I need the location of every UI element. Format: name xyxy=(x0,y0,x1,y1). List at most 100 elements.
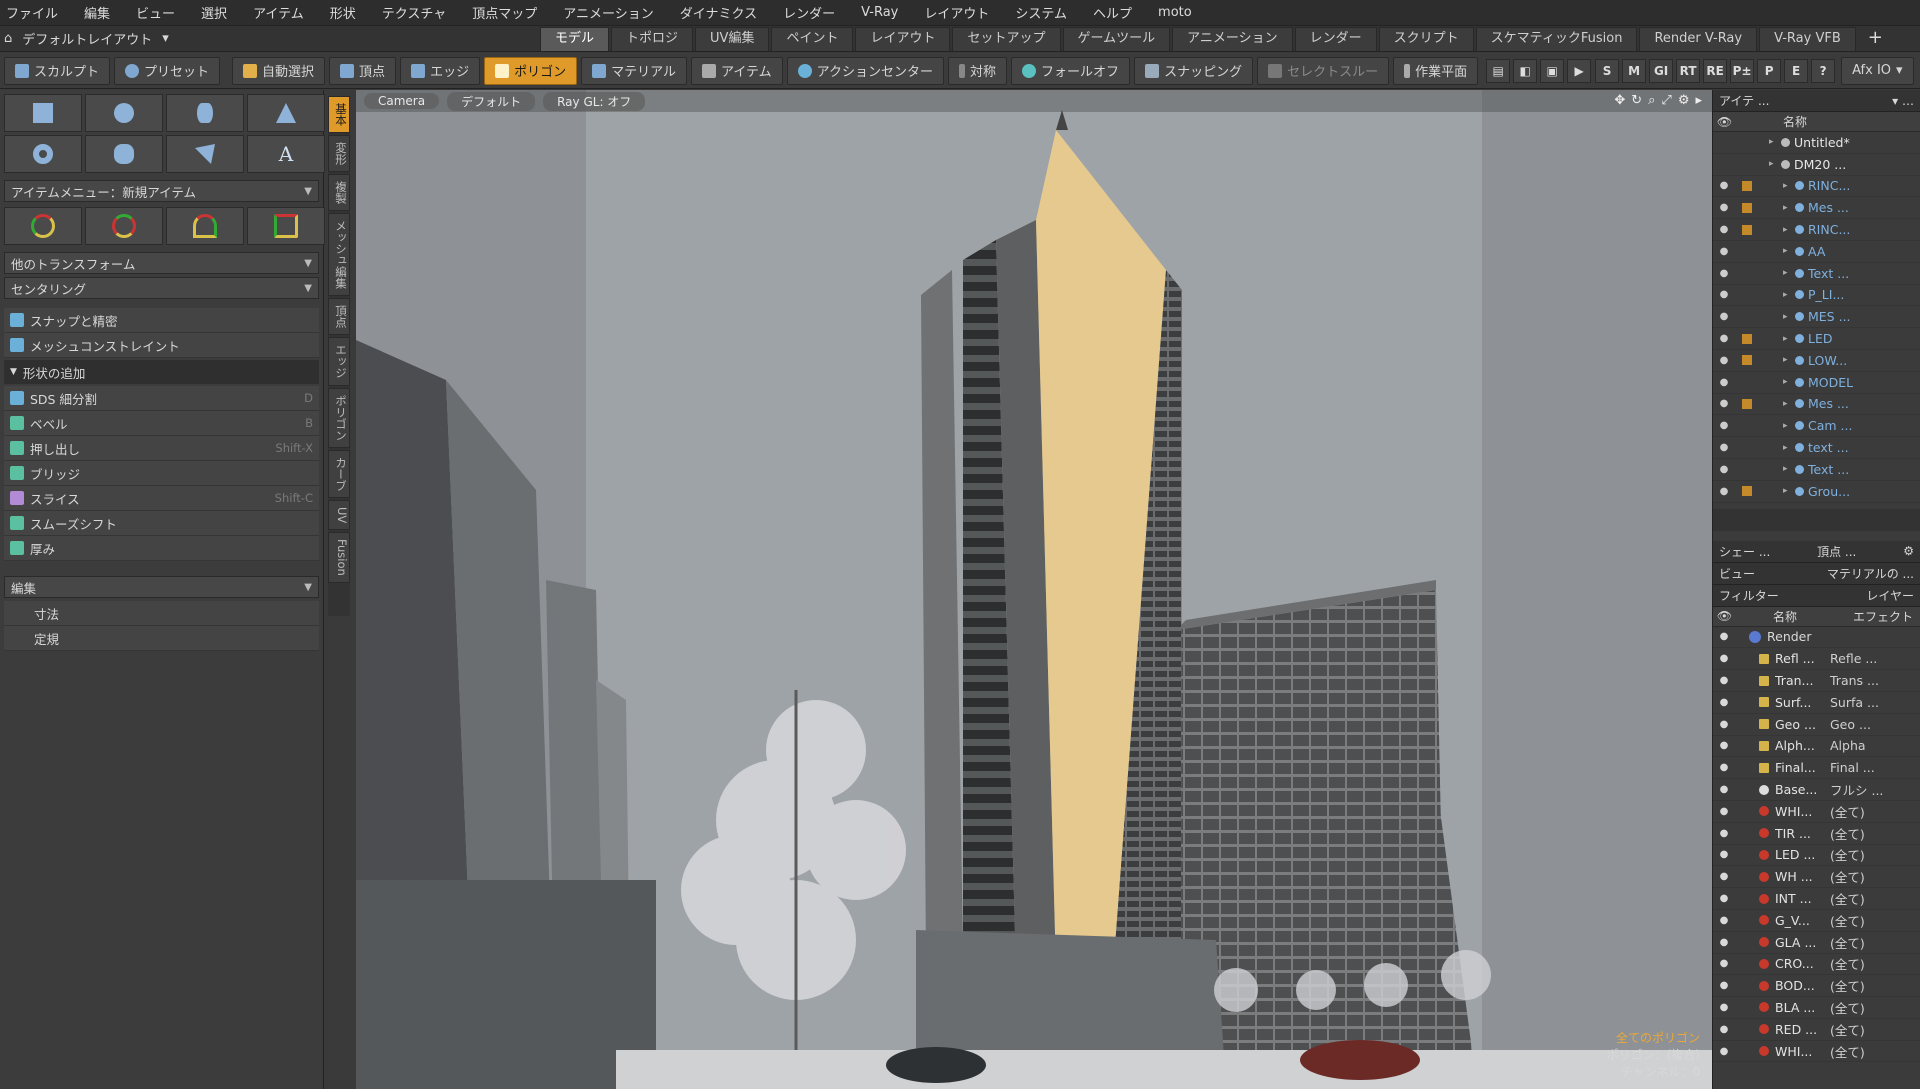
shader-row[interactable]: ● G_V... (全て) xyxy=(1713,910,1920,932)
expand-arrow-icon[interactable]: ▸ xyxy=(1783,377,1795,387)
move-icon[interactable]: ✥ xyxy=(1614,93,1625,108)
menu-item[interactable]: レイアウト xyxy=(924,3,989,22)
zoom-icon[interactable]: ⌕ xyxy=(1648,93,1655,108)
shader-effect-column[interactable]: エフェクト xyxy=(1853,608,1913,625)
shader-row[interactable]: ● RED ... (全て) xyxy=(1713,1019,1920,1041)
vertex-mode-button[interactable]: 頂点 xyxy=(329,56,397,85)
tool-category-tab[interactable]: メッシュ編集 xyxy=(328,213,350,296)
material-dropdown[interactable]: マテリアルの ... xyxy=(1827,565,1914,582)
eye-icon[interactable]: ● xyxy=(1713,289,1735,300)
eye-icon[interactable]: ● xyxy=(1713,697,1735,708)
expand-arrow-icon[interactable]: ▸ xyxy=(1783,203,1795,213)
layout-selector[interactable]: ⌂ デフォルトレイアウト ▾ xyxy=(4,29,169,48)
auto-select-button[interactable]: 自動選択 xyxy=(232,56,326,85)
tool-category-tab[interactable]: Fusion xyxy=(328,532,350,584)
edit-dropdown[interactable]: 編集 ▼ xyxy=(4,576,319,598)
expand-arrow-icon[interactable]: ▸ xyxy=(1783,312,1795,322)
rotate-icon[interactable]: ↻ xyxy=(1631,93,1642,108)
render-layers-icon[interactable]: ▤ xyxy=(1486,58,1511,83)
layout-tab[interactable]: アニメーション xyxy=(1172,27,1293,51)
shader-row[interactable]: ● Alph... Alpha xyxy=(1713,736,1920,758)
scale-gizmo-button[interactable] xyxy=(166,207,244,245)
eye-icon[interactable]: ● xyxy=(1713,915,1735,926)
shader-row[interactable]: ● GLA ... (全て) xyxy=(1713,932,1920,954)
eye-icon[interactable]: ● xyxy=(1713,1002,1735,1013)
expand-arrow-icon[interactable]: ▸ xyxy=(1783,290,1795,300)
action-center-button[interactable]: アクションセンター xyxy=(786,56,945,85)
ruler-tool-row[interactable]: 定規 xyxy=(4,626,319,651)
eye-icon[interactable]: ● xyxy=(1713,246,1735,257)
layout-tab[interactable]: レイアウト xyxy=(855,27,951,51)
item-row[interactable]: ● ▸ Mes ... xyxy=(1713,394,1920,416)
shader-row[interactable]: ● Refl ... Refle ... xyxy=(1713,648,1920,671)
layout-tab[interactable]: モデル xyxy=(540,27,610,51)
edge-mode-button[interactable]: エッジ xyxy=(400,56,481,85)
expand-arrow-icon[interactable]: ▸ xyxy=(1783,355,1795,365)
item-row[interactable]: ▸ Untitled* xyxy=(1713,132,1920,154)
add-tab-icon[interactable]: + xyxy=(1858,27,1893,51)
tool-category-tab[interactable]: UV xyxy=(328,500,350,531)
tool-category-tab[interactable]: 基本 xyxy=(328,96,350,133)
shader-row[interactable]: ● WH ... (全て) xyxy=(1713,866,1920,889)
capsule-primitive-button[interactable] xyxy=(85,135,163,173)
item-row[interactable]: ● ▸ Cam ... xyxy=(1713,415,1920,438)
raygl-toggle[interactable]: Ray GL: オフ xyxy=(543,91,646,111)
shading-selector[interactable]: デフォルト xyxy=(447,91,536,111)
preset-button[interactable]: プリセット xyxy=(114,56,221,85)
eye-icon[interactable]: ● xyxy=(1713,180,1735,191)
work-plane-button[interactable]: 作業平面 xyxy=(1393,56,1479,85)
item-row[interactable]: ● ▸ MES ... xyxy=(1713,306,1920,329)
tool-category-tab[interactable]: カーブ xyxy=(328,449,350,498)
render-shortcut-button[interactable]: P xyxy=(1757,58,1782,83)
eye-icon[interactable]: ● xyxy=(1713,1046,1735,1057)
eye-icon[interactable]: ● xyxy=(1713,631,1735,642)
torus-primitive-button[interactable] xyxy=(4,135,82,173)
shader-row[interactable]: ● Geo ... Geo ... xyxy=(1713,714,1920,736)
transform-gizmo-button[interactable] xyxy=(247,207,325,245)
select-through-button[interactable]: セレクトスルー xyxy=(1257,56,1390,85)
expand-arrow-icon[interactable]: ▸ xyxy=(1783,268,1795,278)
render-shortcut-button[interactable]: M xyxy=(1622,58,1647,83)
eye-icon[interactable]: ● xyxy=(1713,442,1735,453)
eye-icon[interactable]: ● xyxy=(1713,784,1735,795)
menu-item[interactable]: 選択 xyxy=(201,3,227,22)
item-row[interactable]: ● ▸ P_LI... xyxy=(1713,285,1920,307)
eye-icon[interactable]: ● xyxy=(1713,828,1735,839)
shader-row[interactable]: ● Surf... Surfa ... xyxy=(1713,692,1920,714)
render-shortcut-button[interactable]: GI xyxy=(1649,58,1674,83)
eye-icon[interactable]: ● xyxy=(1713,719,1735,730)
tool-row[interactable]: スムーズシフト xyxy=(4,511,319,536)
item-row[interactable]: ● ▸ RINC... xyxy=(1713,176,1920,198)
eye-icon[interactable]: ● xyxy=(1713,653,1735,664)
render-shortcut-button[interactable]: ? xyxy=(1811,58,1836,83)
menu-item[interactable]: アニメーション xyxy=(563,3,653,22)
item-mode-button[interactable]: アイテム xyxy=(690,56,783,85)
eye-icon[interactable]: ● xyxy=(1713,224,1735,235)
camera-selector[interactable]: Camera xyxy=(364,93,440,109)
eye-icon[interactable]: ● xyxy=(1713,849,1735,860)
layout-tab[interactable]: トポロジ xyxy=(611,27,694,51)
shader-row[interactable]: ● TIR ... (全て) xyxy=(1713,823,1920,845)
layout-tab[interactable]: レンダー xyxy=(1294,27,1377,51)
shader-tab[interactable]: シェー ... xyxy=(1719,543,1770,560)
other-transform-dropdown[interactable]: 他のトランスフォーム ▼ xyxy=(4,252,319,274)
expand-arrow-icon[interactable]: ▸ xyxy=(1783,421,1795,431)
symmetry-button[interactable]: 対称 xyxy=(948,56,1008,85)
shader-row[interactable]: ● Final... Final ... xyxy=(1713,757,1920,780)
eye-icon[interactable]: ● xyxy=(1713,762,1735,773)
menu-item[interactable]: 頂点マップ xyxy=(472,3,537,22)
layout-tab[interactable]: スケマティックFusion xyxy=(1475,27,1638,51)
items-scroll-area[interactable] xyxy=(1713,508,1920,531)
sphere-primitive-button[interactable] xyxy=(85,94,163,132)
layout-tab[interactable]: スクリプト xyxy=(1378,27,1474,51)
menu-item[interactable]: レンダー xyxy=(783,3,835,22)
rotate-gizmo-button[interactable] xyxy=(85,207,163,245)
eye-icon[interactable]: ● xyxy=(1713,871,1735,882)
item-row[interactable]: ● ▸ MODEL xyxy=(1713,372,1920,394)
tool-category-tab[interactable]: 変形 xyxy=(328,135,350,172)
menu-item[interactable]: 編集 xyxy=(84,3,110,22)
cylinder-primitive-button[interactable] xyxy=(166,94,244,132)
expand-arrow-icon[interactable]: ▸ xyxy=(1783,486,1795,496)
centering-dropdown[interactable]: センタリング ▼ xyxy=(4,277,319,299)
item-row[interactable]: ● ▸ AA xyxy=(1713,241,1920,263)
